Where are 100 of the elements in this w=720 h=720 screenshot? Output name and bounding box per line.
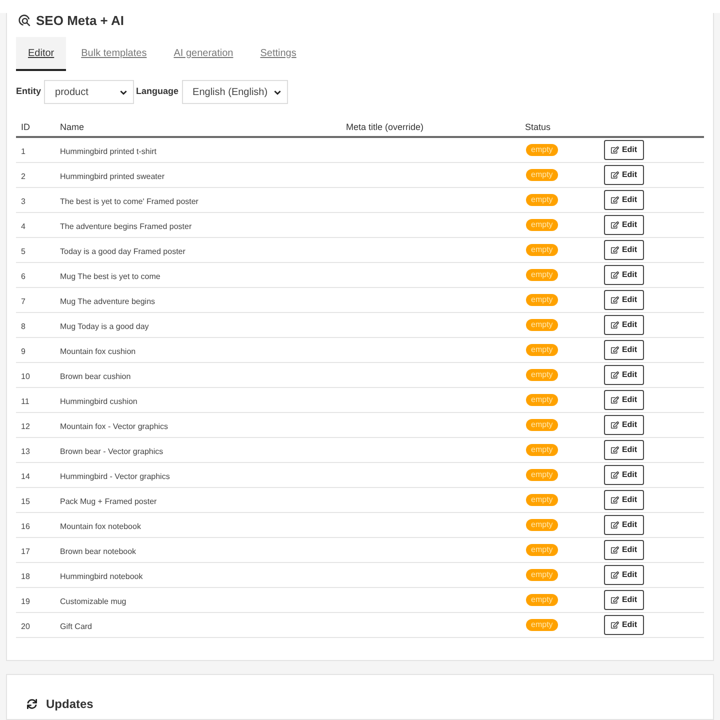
table-cell: 10 bbox=[21, 372, 30, 381]
dropdown-select[interactable]: product bbox=[44, 80, 134, 104]
table-cell: 17 bbox=[21, 547, 30, 556]
edit-icon bbox=[610, 596, 619, 604]
status-badge: empty bbox=[526, 144, 558, 156]
table-cell: Mountain fox notebook bbox=[60, 522, 141, 531]
edit-button[interactable]: Edit bbox=[604, 540, 644, 560]
table-cell: Hummingbird cushion bbox=[60, 397, 138, 406]
edit-icon bbox=[610, 196, 619, 204]
table-cell: Brown bear notebook bbox=[60, 547, 136, 556]
tab[interactable]: Editor bbox=[16, 37, 66, 71]
edit-icon bbox=[610, 171, 619, 179]
edit-button[interactable]: Edit bbox=[604, 615, 644, 635]
table-cell: 6 bbox=[21, 272, 26, 281]
table-cell: 7 bbox=[21, 297, 26, 306]
column-header: Meta title (override) bbox=[346, 122, 424, 132]
edit-button[interactable]: Edit bbox=[604, 265, 644, 285]
table-cell: Mug The best is yet to come bbox=[60, 272, 160, 281]
table-cell: 16 bbox=[21, 522, 30, 531]
table-cell: Mountain fox cushion bbox=[60, 347, 136, 356]
chevron-down-icon bbox=[274, 90, 281, 94]
edit-icon bbox=[610, 346, 619, 354]
table-cell: Hummingbird printed t-shirt bbox=[60, 147, 156, 156]
edit-button[interactable]: Edit bbox=[604, 465, 644, 485]
edit-icon bbox=[610, 421, 619, 429]
table-cell: 9 bbox=[21, 347, 26, 356]
status-badge: empty bbox=[526, 169, 558, 181]
table-cell: Hummingbird notebook bbox=[60, 572, 143, 581]
edit-button[interactable]: Edit bbox=[604, 365, 644, 385]
edit-icon bbox=[610, 296, 619, 304]
table-cell: Customizable mug bbox=[60, 597, 126, 606]
edit-button[interactable]: Edit bbox=[604, 215, 644, 235]
table-cell: 3 bbox=[21, 197, 26, 206]
edit-icon bbox=[610, 221, 619, 229]
edit-button[interactable]: Edit bbox=[604, 590, 644, 610]
table-cell: 8 bbox=[21, 322, 26, 331]
edit-icon bbox=[610, 471, 619, 479]
status-badge: empty bbox=[526, 319, 558, 331]
status-badge: empty bbox=[526, 369, 558, 381]
status-badge: empty bbox=[526, 544, 558, 556]
edit-button[interactable]: Edit bbox=[604, 315, 644, 335]
table-cell: 2 bbox=[21, 172, 26, 181]
table-cell: Brown bear cushion bbox=[60, 372, 131, 381]
status-badge: empty bbox=[526, 269, 558, 281]
status-badge: empty bbox=[526, 294, 558, 306]
dropdown-select[interactable]: English (English) bbox=[182, 80, 288, 104]
edit-icon bbox=[610, 146, 619, 154]
edit-button[interactable]: Edit bbox=[604, 190, 644, 210]
edit-button[interactable]: Edit bbox=[604, 415, 644, 435]
edit-icon bbox=[610, 621, 619, 629]
edit-button[interactable]: Edit bbox=[604, 490, 644, 510]
search-icon bbox=[18, 14, 31, 27]
table-cell: The best is yet to come' Framed poster bbox=[60, 197, 198, 206]
edit-button[interactable]: Edit bbox=[604, 515, 644, 535]
table-cell: The adventure begins Framed poster bbox=[60, 222, 192, 231]
edit-icon bbox=[610, 446, 619, 454]
edit-icon bbox=[610, 521, 619, 529]
column-header: ID bbox=[21, 122, 30, 132]
status-badge: empty bbox=[526, 469, 558, 481]
edit-icon bbox=[610, 571, 619, 579]
edit-button[interactable]: Edit bbox=[604, 340, 644, 360]
table-cell: 20 bbox=[21, 622, 30, 631]
edit-button[interactable]: Edit bbox=[604, 165, 644, 185]
status-badge: empty bbox=[526, 619, 558, 631]
edit-icon bbox=[610, 546, 619, 554]
table-cell: 18 bbox=[21, 572, 30, 581]
table-cell: 15 bbox=[21, 497, 30, 506]
table-cell: Hummingbird - Vector graphics bbox=[60, 472, 170, 481]
status-badge: empty bbox=[526, 244, 558, 256]
table-cell: 4 bbox=[21, 222, 26, 231]
table-cell: Mug Today is a good day bbox=[60, 322, 149, 331]
column-header: Name bbox=[60, 122, 84, 132]
status-badge: empty bbox=[526, 344, 558, 356]
refresh-icon bbox=[27, 699, 37, 709]
table-cell: 13 bbox=[21, 447, 30, 456]
edit-button[interactable]: Edit bbox=[604, 565, 644, 585]
status-badge: empty bbox=[526, 394, 558, 406]
table-cell: 5 bbox=[21, 247, 26, 256]
status-badge: empty bbox=[526, 194, 558, 206]
edit-button[interactable]: Edit bbox=[604, 440, 644, 460]
edit-icon bbox=[610, 496, 619, 504]
edit-icon bbox=[610, 371, 619, 379]
table-cell: Mountain fox - Vector graphics bbox=[60, 422, 168, 431]
edit-icon bbox=[610, 271, 619, 279]
edit-button[interactable]: Edit bbox=[604, 240, 644, 260]
status-badge: empty bbox=[526, 519, 558, 531]
table-cell: Mug The adventure begins bbox=[60, 297, 156, 306]
table-cell: 11 bbox=[21, 397, 30, 406]
table-cell: Brown bear - Vector graphics bbox=[60, 447, 164, 456]
status-badge: empty bbox=[526, 219, 558, 231]
status-badge: empty bbox=[526, 569, 558, 581]
edit-icon bbox=[610, 246, 619, 254]
edit-button[interactable]: Edit bbox=[604, 290, 644, 310]
table-cell: Today is a good day Framed poster bbox=[60, 247, 186, 256]
edit-button[interactable]: Edit bbox=[604, 390, 644, 410]
status-badge: empty bbox=[526, 494, 558, 506]
edit-icon bbox=[610, 396, 619, 404]
edit-icon bbox=[610, 321, 619, 329]
edit-button[interactable]: Edit bbox=[604, 140, 644, 160]
status-badge: empty bbox=[526, 594, 558, 606]
